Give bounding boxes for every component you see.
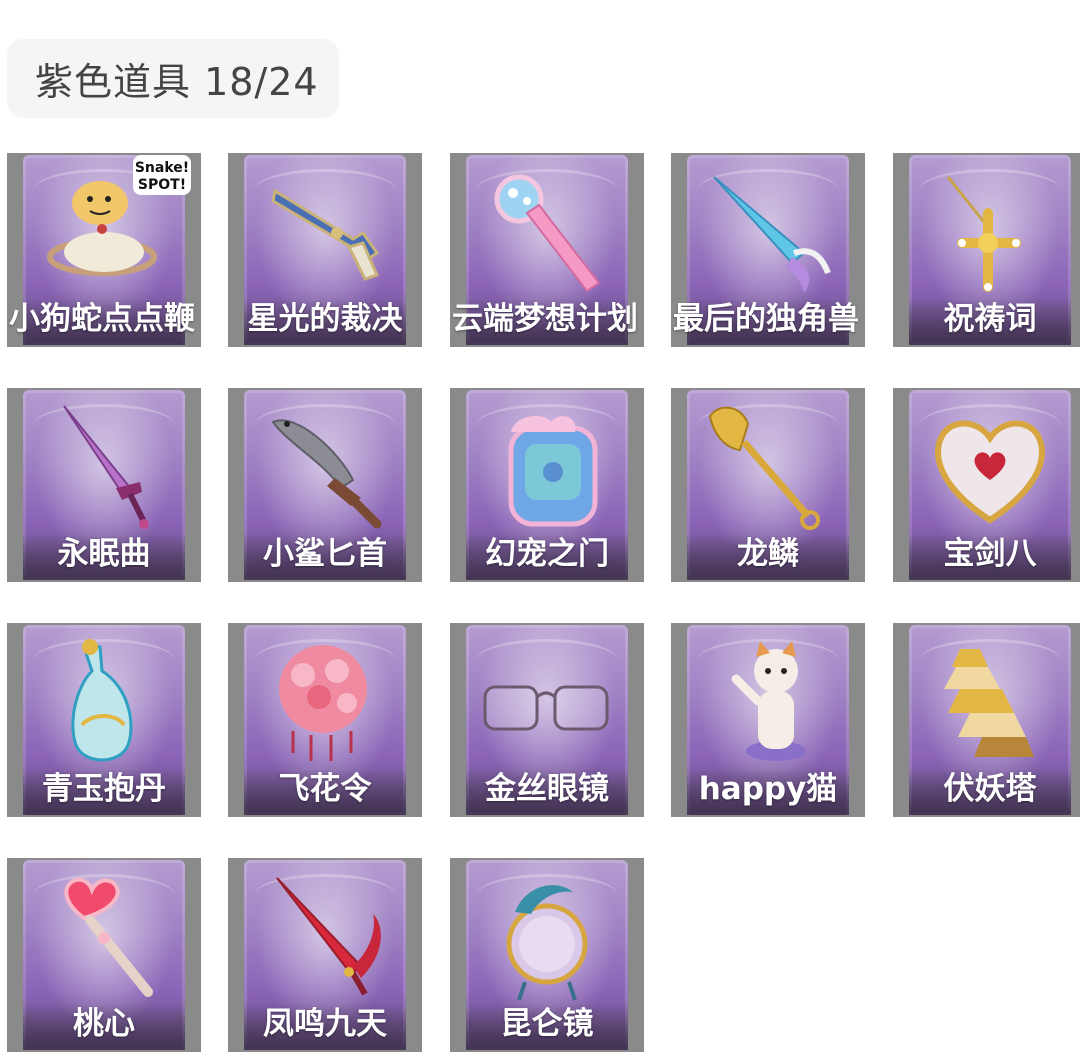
item-card[interactable]: 青玉抱丹 (7, 623, 201, 817)
gold-glasses-icon (483, 685, 609, 731)
item-card[interactable]: 飞花令 (228, 623, 422, 817)
item-name: 幻宠之门 (485, 536, 609, 572)
heart-wand-icon (64, 877, 153, 997)
item-name: 云端梦想计划 (452, 301, 638, 337)
unicorn-horn-lance-icon (713, 176, 831, 293)
item-name: 小狗蛇点点鞭 (9, 301, 195, 337)
item-card[interactable]: 伏妖塔 (893, 623, 1080, 817)
item-name: 龙鳞 (737, 536, 799, 572)
item-card[interactable]: 宝剑八 (893, 388, 1080, 582)
item-card[interactable]: 桃心 (7, 858, 201, 1052)
item-name: happy猫 (698, 771, 838, 807)
golden-shovel-icon (708, 406, 820, 530)
item-card[interactable]: 小鲨匕首 (228, 388, 422, 582)
item-card[interactable]: 云端梦想计划 (450, 153, 644, 347)
item-name: 最后的独角兽 (673, 301, 859, 337)
item-name: 凤鸣九天 (263, 1006, 387, 1042)
item-name: 祝祷词 (943, 301, 1037, 337)
item-card[interactable]: happy猫 (671, 623, 865, 817)
phoenix-red-sword-icon (276, 877, 381, 996)
happy-cat-figurine-icon (731, 641, 806, 761)
item-card[interactable]: 祝祷词 (893, 153, 1080, 347)
purple-sword-icon (63, 405, 149, 529)
item-name: 飞花令 (278, 771, 372, 807)
pet-gate-device-icon (508, 416, 598, 527)
item-card[interactable]: 最后的独角兽 (671, 153, 865, 347)
item-card[interactable]: 昆仑镜 (450, 858, 644, 1052)
item-name: 青玉抱丹 (42, 771, 166, 807)
flintlock-pistol-icon (271, 188, 380, 281)
heart-shield-icon (935, 420, 1045, 524)
golden-cross-pendant-icon (946, 176, 1021, 292)
item-card[interactable]: 凤鸣九天 (228, 858, 422, 1052)
item-card[interactable]: 星光的裁决 (228, 153, 422, 347)
pagoda-tower-icon (944, 649, 1034, 757)
snake-spot-logo: Snake! SPOT! (133, 155, 191, 195)
item-name: 宝剑八 (943, 536, 1037, 572)
item-card[interactable]: Snake! SPOT! 小狗蛇点点鞭 (7, 153, 201, 347)
dream-scepter-icon (494, 174, 601, 293)
item-name: 永眠曲 (57, 536, 151, 572)
svg-text:Snake!: Snake! (135, 160, 189, 176)
item-name: 金丝眼镜 (485, 771, 609, 807)
item-name: 星光的裁决 (247, 301, 403, 337)
shark-dagger-icon (271, 419, 382, 529)
item-card[interactable]: 金丝眼镜 (450, 623, 644, 817)
item-card[interactable]: 龙鳞 (671, 388, 865, 582)
item-card[interactable]: 幻宠之门 (450, 388, 644, 582)
item-name: 昆仑镜 (500, 1006, 594, 1042)
item-name: 伏妖塔 (943, 771, 1037, 807)
jade-vase-icon (71, 639, 133, 762)
flower-bouquet-icon (279, 645, 367, 761)
svg-text:SPOT!: SPOT! (138, 177, 186, 193)
item-name: 桃心 (73, 1006, 135, 1042)
kunlun-mirror-icon (506, 885, 588, 1001)
item-card[interactable]: 永眠曲 (7, 388, 201, 582)
item-grid: Snake! SPOT! 小狗蛇点点鞭 星光的裁决 云端梦想计划 最后的独角兽 (0, 0, 1080, 1055)
item-name: 小鲨匕首 (263, 536, 387, 572)
